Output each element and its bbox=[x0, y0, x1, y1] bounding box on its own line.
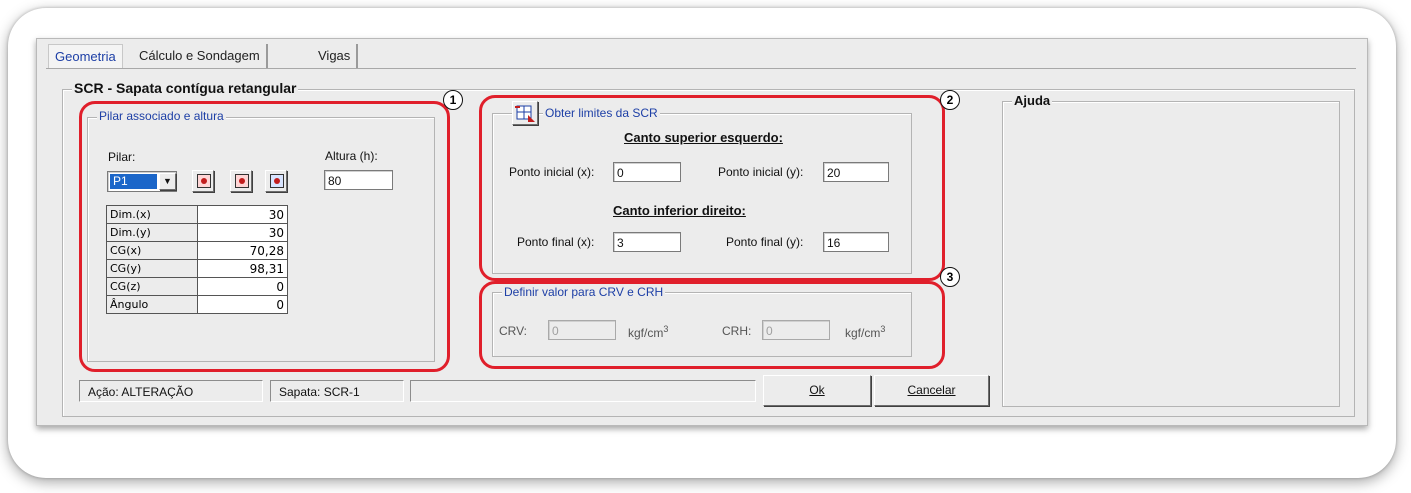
help-group-title: Ajuda bbox=[1012, 93, 1053, 108]
annotation-badge-3: 3 bbox=[940, 267, 960, 287]
annotation-badge-2: 2 bbox=[940, 90, 960, 110]
cancel-button[interactable]: Cancelar bbox=[874, 375, 989, 406]
tab-divider bbox=[46, 68, 1356, 69]
tab-geometria[interactable]: Geometria bbox=[48, 44, 123, 69]
status-sapata: Sapata: SCR-1 bbox=[270, 380, 404, 402]
ok-button-label: Ok bbox=[809, 383, 825, 397]
tab-calculo-sondagem[interactable]: Cálculo e Sondagem bbox=[133, 44, 268, 68]
cancel-button-label: Cancelar bbox=[907, 383, 956, 397]
help-groupbox bbox=[1002, 101, 1340, 407]
status-action: Ação: ALTERAÇÃO bbox=[79, 380, 263, 402]
annotation-outline-2 bbox=[479, 95, 945, 281]
scr-group-title: SCR - Sapata contígua retangular bbox=[72, 80, 299, 96]
annotation-outline-3 bbox=[479, 281, 945, 369]
annotation-badge-1: 1 bbox=[443, 90, 463, 110]
tab-vigas[interactable]: Vigas bbox=[312, 44, 359, 68]
annotation-outline-1 bbox=[79, 101, 450, 372]
status-extra bbox=[410, 380, 756, 402]
ok-button[interactable]: Ok bbox=[763, 375, 871, 406]
